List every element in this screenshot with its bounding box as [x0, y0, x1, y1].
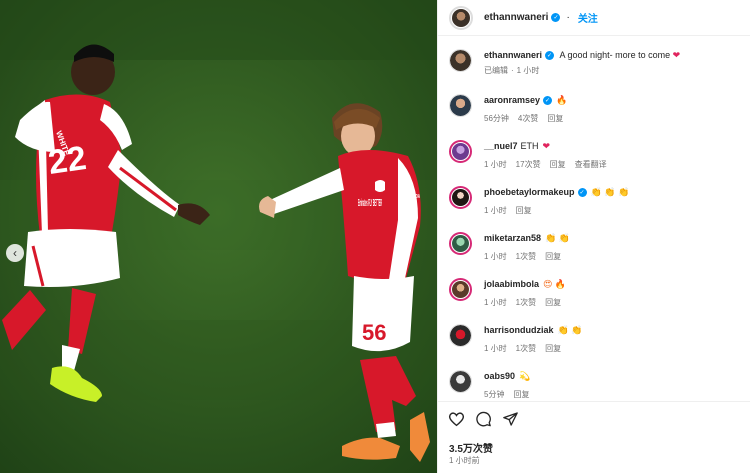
verified-badge-icon: ✓	[543, 96, 553, 106]
separator-dot: ·	[566, 12, 570, 23]
post-photo: 22 WHITE Emirates FLY BETTER VISIT RWAND…	[0, 0, 437, 473]
follow-button[interactable]: 关注	[578, 10, 598, 25]
comment-icon	[476, 411, 491, 427]
author-username[interactable]: ethannwaneri	[484, 12, 548, 23]
reply-button[interactable]: 回复	[545, 344, 561, 353]
comment-likes[interactable]: 4次赞	[518, 114, 538, 123]
instagram-post: 22 WHITE Emirates FLY BETTER VISIT RWAND…	[0, 0, 750, 473]
heart-icon	[448, 412, 465, 427]
reply-button[interactable]: 回复	[547, 114, 563, 123]
comment-item: jolaabimbola 😍 🔥 1 小时 1次赞 回复	[449, 278, 744, 309]
author-avatar[interactable]	[449, 5, 473, 30]
caption-username[interactable]: ethannwaneri	[484, 50, 542, 60]
comment-emoji: 💫	[519, 371, 531, 381]
reply-button[interactable]: 回复	[545, 252, 561, 261]
comment-emoji: 🔥	[556, 95, 568, 105]
comment-item: aaronramsey ✓ 🔥 56分钟 4次赞 回复	[449, 94, 744, 125]
caption-avatar[interactable]	[449, 49, 472, 72]
commenter-avatar[interactable]	[449, 140, 472, 163]
commenter-avatar[interactable]	[449, 94, 472, 117]
comment-username[interactable]: oabs90	[484, 371, 515, 381]
post-header: ethannwaneri ✓ · 关注	[438, 0, 750, 36]
previous-photo-button[interactable]: ‹	[6, 244, 24, 262]
edited-label: 已编辑	[484, 66, 508, 75]
comment-item: harrisondudziak 👏 👏 1 小时 1次赞 回复	[449, 324, 744, 355]
comment-time: 1 小时	[484, 344, 507, 353]
comment-item: phoebetaylormakeup ✓ 👏 👏 👏 1 小时 回复	[449, 186, 744, 217]
verified-badge-icon: ✓	[577, 188, 587, 198]
comment-item: oabs90 💫 5分钟 回复	[449, 370, 744, 401]
commenter-avatar[interactable]	[449, 278, 472, 301]
caption-time: 1 小时	[516, 66, 540, 75]
comment-emoji: ❤	[542, 141, 551, 151]
reply-button[interactable]: 回复	[513, 390, 529, 399]
reply-button[interactable]: 回复	[545, 298, 561, 307]
comment-emoji: 👏 👏	[545, 233, 570, 243]
comment-time: 5分钟	[484, 390, 505, 399]
comment-username[interactable]: aaronramsey	[484, 95, 540, 105]
commenter-avatar[interactable]	[449, 370, 472, 393]
comment-emoji: 👏 👏 👏	[590, 187, 630, 197]
post-side-panel: ethannwaneri ✓ · 关注 ethannwaneri ✓ A good…	[437, 0, 750, 473]
share-button[interactable]	[502, 411, 519, 432]
comment-item: miketarzan58 👏 👏 1 小时 1次赞 回复	[449, 232, 744, 263]
comment-time: 56分钟	[484, 114, 509, 123]
player-right-number: 56	[362, 320, 386, 345]
commenter-avatar[interactable]	[449, 186, 472, 209]
send-icon	[503, 412, 518, 426]
comment-username[interactable]: harrisondudziak	[484, 325, 554, 335]
player-right-sleeve: VISIT RWANDA	[398, 194, 420, 200]
chevron-left-icon: ‹	[13, 246, 17, 260]
comment-username[interactable]: __nuel7	[484, 141, 518, 151]
commenter-avatar[interactable]	[449, 324, 472, 347]
comment-time: 1 小时	[484, 160, 507, 169]
commenter-avatar[interactable]	[449, 232, 472, 255]
comment-time: 1 小时	[484, 206, 507, 215]
post-actions-footer: 3.5万次赞 1 小时前	[438, 401, 750, 473]
comment-time: 1 小时	[484, 252, 507, 261]
comment-likes[interactable]: 1次赞	[516, 298, 536, 307]
comment-item: __nuel7 ETH ❤ 1 小时 17次赞 回复 查看翻译	[449, 140, 744, 171]
heart-emoji: ❤	[672, 50, 681, 60]
player-right-sponsor: Emirates FLY BETTER	[358, 198, 382, 209]
likes-count[interactable]: 3.5万次赞	[449, 440, 493, 455]
reply-button[interactable]: 回复	[516, 206, 532, 215]
caption-text: A good night- more to come	[559, 50, 671, 60]
see-translation-button[interactable]: 查看翻译	[575, 160, 607, 169]
comment-text: ETH	[520, 141, 539, 151]
verified-badge-icon: ✓	[551, 13, 561, 22]
caption: ethannwaneri ✓ A good night- more to come…	[449, 49, 744, 77]
comment-likes[interactable]: 1次赞	[516, 252, 536, 261]
like-button[interactable]	[448, 411, 465, 432]
post-time: 1 小时前	[449, 456, 480, 465]
comment-likes[interactable]: 17次赞	[516, 160, 541, 169]
comment-username[interactable]: miketarzan58	[484, 233, 541, 243]
verified-badge-icon: ✓	[545, 51, 555, 61]
reply-button[interactable]: 回复	[550, 160, 566, 169]
comment-button[interactable]	[475, 411, 492, 432]
comment-emoji: 👏 👏	[557, 325, 583, 335]
match-photo: 22 WHITE Emirates FLY BETTER VISIT RWAND…	[0, 0, 437, 473]
comment-likes[interactable]: 1次赞	[516, 344, 536, 353]
comment-emoji: 😍 🔥	[543, 279, 567, 289]
comment-time: 1 小时	[484, 298, 507, 307]
comment-username[interactable]: phoebetaylormakeup	[484, 187, 575, 197]
comment-username[interactable]: jolaabimbola	[484, 279, 539, 289]
